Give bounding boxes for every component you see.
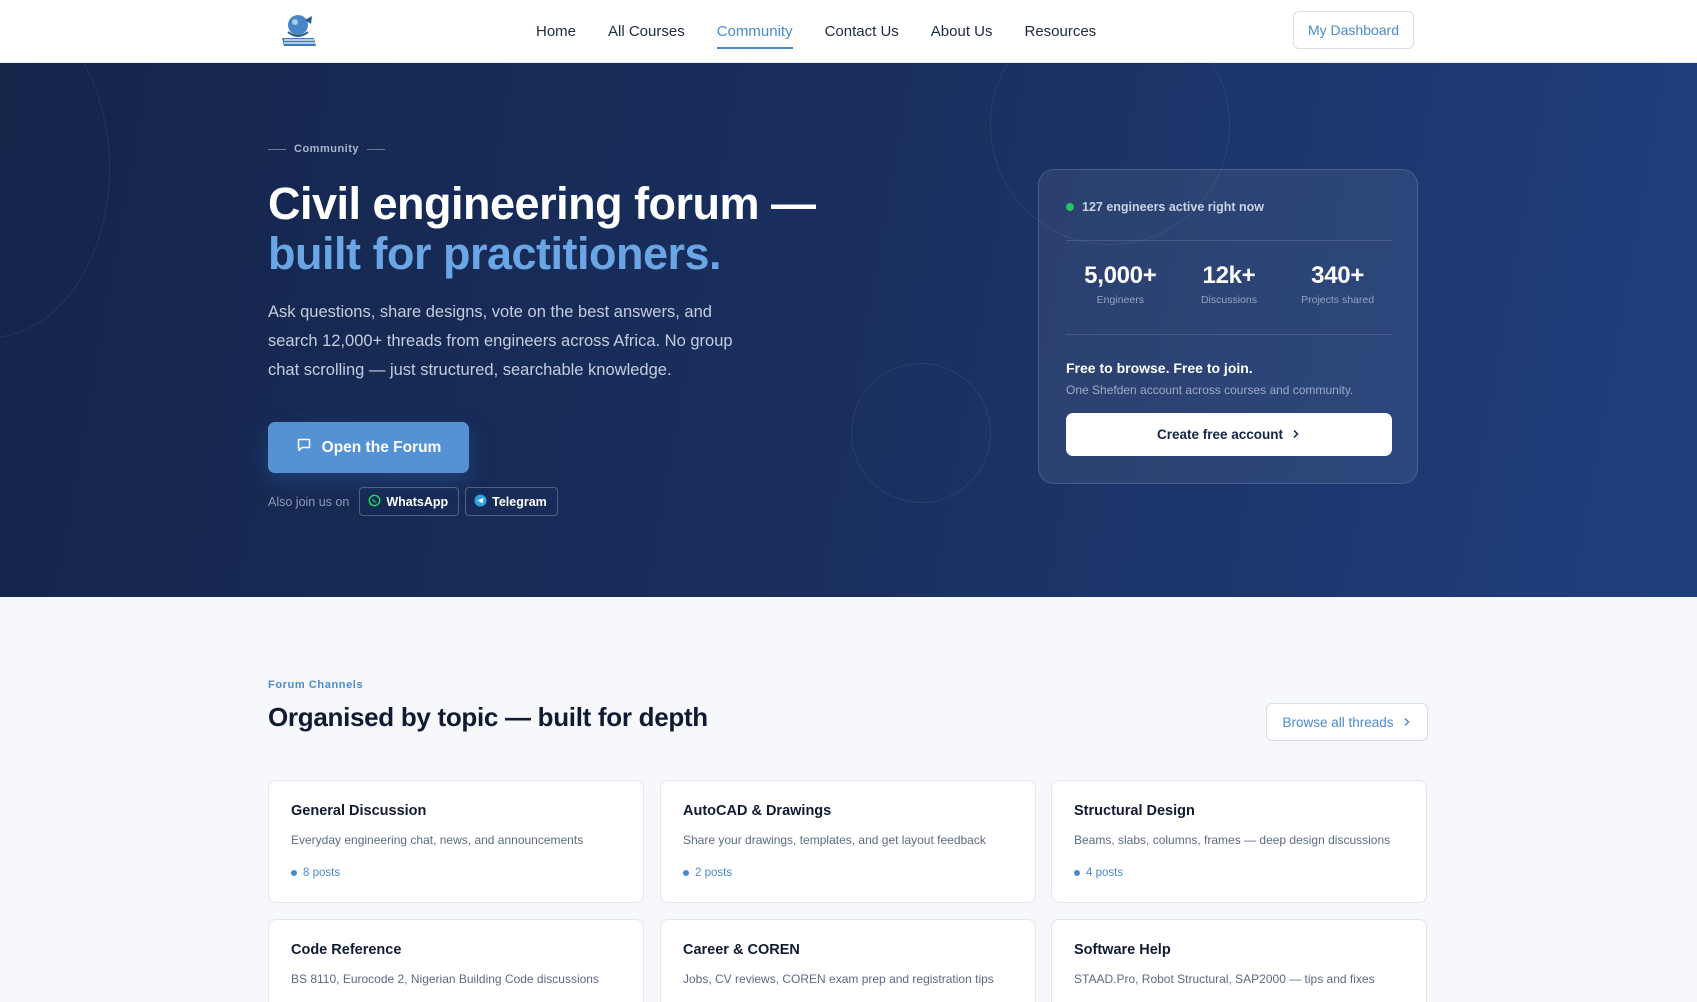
nav-home[interactable]: Home bbox=[520, 0, 592, 63]
channel-title: Software Help bbox=[1074, 942, 1171, 958]
channel-description: Jobs, CV reviews, COREN exam prep and re… bbox=[683, 972, 994, 986]
browse-all-threads-label: Browse all threads bbox=[1282, 714, 1394, 730]
stat-discussions: 12k+ Discussions bbox=[1175, 262, 1284, 306]
channel-title: Career & COREN bbox=[683, 942, 800, 958]
dot-icon bbox=[291, 870, 297, 876]
stat-label: Engineers bbox=[1096, 294, 1144, 306]
channel-post-count: 4 posts bbox=[1074, 867, 1123, 879]
nav-about-us[interactable]: About Us bbox=[915, 0, 1009, 63]
hero-title-line1: Civil engineering forum — bbox=[268, 178, 816, 229]
nav-all-courses[interactable]: All Courses bbox=[592, 0, 701, 63]
hero-title: Civil engineering forum — built for prac… bbox=[268, 179, 816, 279]
hero-section: Community Civil engineering forum — buil… bbox=[0, 63, 1697, 597]
stats-row: 5,000+ Engineers 12k+ Discussions 340+ P… bbox=[1066, 262, 1392, 306]
channel-description: Beams, slabs, columns, frames — deep des… bbox=[1074, 833, 1391, 847]
channel-description: Share your drawings, templates, and get … bbox=[683, 833, 986, 847]
online-dot-icon bbox=[1066, 203, 1074, 211]
stat-label: Projects shared bbox=[1301, 294, 1375, 306]
hero-eyebrow-label: Community bbox=[294, 143, 359, 155]
stat-label: Discussions bbox=[1200, 294, 1257, 306]
hero-subtitle: Ask questions, share designs, vote on th… bbox=[268, 303, 733, 379]
channels-title: Organised by topic — built for depth bbox=[268, 702, 708, 732]
decorative-ring bbox=[851, 363, 991, 503]
telegram-icon bbox=[474, 493, 487, 510]
channel-description: BS 8110, Eurocode 2, Nigerian Building C… bbox=[291, 972, 599, 986]
channel-title: AutoCAD & Drawings bbox=[683, 803, 832, 819]
eyebrow-line bbox=[268, 148, 286, 150]
channels-eyebrow: Forum Channels bbox=[268, 679, 364, 691]
channel-description: Everyday engineering chat, news, and ann… bbox=[291, 833, 584, 847]
channel-post-count: 2 posts bbox=[683, 867, 732, 879]
telegram-label: Telegram bbox=[492, 494, 547, 509]
channel-card[interactable]: General Discussion Everyday engineering … bbox=[268, 780, 644, 903]
hero-eyebrow: Community bbox=[268, 143, 385, 155]
create-account-label: Create free account bbox=[1156, 427, 1284, 442]
logo-icon[interactable] bbox=[278, 10, 320, 50]
nav-community[interactable]: Community bbox=[701, 0, 809, 63]
nav-resources[interactable]: Resources bbox=[1008, 0, 1112, 63]
stat-projects: 340+ Projects shared bbox=[1283, 262, 1392, 306]
channel-card[interactable]: AutoCAD & Drawings Share your drawings, … bbox=[660, 780, 1036, 903]
active-status-text: 127 engineers active right now bbox=[1082, 200, 1265, 214]
telegram-button[interactable]: Telegram bbox=[465, 487, 558, 516]
join-label: Also join us on bbox=[268, 494, 350, 509]
post-count-label: 2 posts bbox=[695, 867, 733, 879]
channel-description: STAAD.Pro, Robot Structural, SAP2000 — t… bbox=[1074, 972, 1375, 986]
community-stats-card: 127 engineers active right now 5,000+ En… bbox=[1038, 169, 1418, 484]
channel-post-count: 8 posts bbox=[291, 867, 340, 879]
main-nav: Home All Courses Community Contact Us Ab… bbox=[520, 0, 1112, 63]
channel-card[interactable]: Code Reference BS 8110, Eurocode 2, Nige… bbox=[268, 919, 644, 1002]
open-forum-label: Open the Forum bbox=[321, 438, 442, 456]
open-forum-button[interactable]: Open the Forum bbox=[268, 422, 469, 473]
dot-icon bbox=[683, 870, 689, 876]
join-row: Also join us on WhatsApp Telegram bbox=[268, 487, 558, 516]
whatsapp-icon bbox=[368, 494, 381, 510]
active-status: 127 engineers active right now bbox=[1066, 200, 1264, 214]
free-subtitle: One Shefden account across courses and c… bbox=[1066, 383, 1354, 397]
whatsapp-button[interactable]: WhatsApp bbox=[359, 487, 460, 516]
top-navbar: Home All Courses Community Contact Us Ab… bbox=[0, 0, 1697, 63]
eyebrow-line bbox=[367, 148, 385, 150]
stat-engineers: 5,000+ Engineers bbox=[1066, 262, 1175, 306]
stat-value: 5,000+ bbox=[1084, 262, 1157, 289]
stat-value: 12k+ bbox=[1202, 262, 1256, 289]
chevron-right-icon bbox=[1291, 427, 1301, 442]
chevron-right-icon bbox=[1402, 715, 1412, 730]
post-count-label: 8 posts bbox=[303, 867, 341, 879]
chat-bubble-icon bbox=[296, 437, 312, 458]
stat-value: 340+ bbox=[1311, 262, 1365, 289]
divider bbox=[1066, 334, 1392, 335]
create-free-account-button[interactable]: Create free account bbox=[1066, 413, 1392, 456]
channel-title: General Discussion bbox=[291, 803, 427, 819]
my-dashboard-button[interactable]: My Dashboard bbox=[1293, 11, 1414, 49]
channel-title: Code Reference bbox=[291, 942, 402, 958]
channel-card[interactable]: Structural Design Beams, slabs, columns,… bbox=[1051, 780, 1427, 903]
channel-card[interactable]: Career & COREN Jobs, CV reviews, COREN e… bbox=[660, 919, 1036, 1002]
whatsapp-label: WhatsApp bbox=[386, 494, 449, 509]
post-count-label: 4 posts bbox=[1086, 867, 1124, 879]
hero-title-line2: built for practitioners. bbox=[268, 228, 722, 279]
dot-icon bbox=[1074, 870, 1080, 876]
free-title: Free to browse. Free to join. bbox=[1066, 360, 1253, 376]
nav-contact-us[interactable]: Contact Us bbox=[809, 0, 915, 63]
channel-title: Structural Design bbox=[1074, 803, 1195, 819]
divider bbox=[1066, 240, 1392, 241]
decorative-ring bbox=[0, 63, 110, 338]
browse-all-threads-button[interactable]: Browse all threads bbox=[1266, 703, 1428, 741]
channel-card[interactable]: Software Help STAAD.Pro, Robot Structura… bbox=[1051, 919, 1427, 1002]
